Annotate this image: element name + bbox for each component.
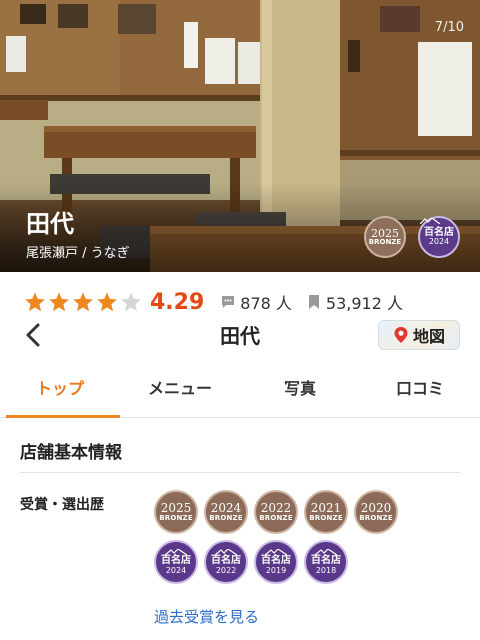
tab-top[interactable]: トップ — [0, 370, 120, 418]
badge-title: 百名店 — [261, 555, 291, 567]
badge-year: 2024 — [165, 565, 187, 575]
badge-sub: BRONZE — [368, 238, 402, 247]
nav-bar: 田代 地図 — [0, 318, 480, 352]
tab-photos[interactable]: 写真 — [240, 370, 360, 417]
award-badge-bronze[interactable]: 2024 BRONZE — [204, 490, 248, 534]
award-badge-hyakumeiten[interactable]: 百名店 2022 — [204, 540, 248, 584]
divider — [20, 472, 460, 473]
map-pin-icon — [394, 327, 408, 343]
badge-year: 2022 — [215, 565, 237, 575]
award-badge-hyakumeiten[interactable]: 百名店 2024 — [154, 540, 198, 584]
badge-year: 2024 — [428, 237, 450, 247]
map-button[interactable]: 地図 — [378, 320, 460, 350]
shop-photo[interactable]: 7/10 田代 尾張瀬戸 / うなぎ 2025 BRONZE 百名店 2024 — [0, 0, 480, 272]
award-badge-bronze[interactable]: 2021 BRONZE — [304, 490, 348, 534]
award-badge-bronze[interactable]: 2020 BRONZE — [354, 490, 398, 534]
past-awards-link[interactable]: 過去受賞を見る — [154, 606, 259, 627]
badge-sub: BRONZE — [209, 513, 243, 522]
badge-year: 2021 — [310, 501, 342, 516]
badge-year: 2024 — [210, 501, 242, 516]
shop-area-genre: 尾張瀬戸 / うなぎ — [26, 246, 130, 261]
badge-year: 2022 — [260, 501, 292, 516]
rating-score: 4.29 — [150, 289, 205, 315]
tab-bar: トップ メニュー 写真 口コミ — [0, 370, 480, 418]
badge-year: 2019 — [265, 565, 287, 575]
section-title: 店舗基本情報 — [20, 443, 122, 463]
map-label: 地図 — [412, 327, 445, 346]
award-badge-bronze[interactable]: 2025 BRONZE — [364, 216, 406, 258]
award-badge-bronze[interactable]: 2025 BRONZE — [154, 490, 198, 534]
star-filled-icon — [25, 292, 45, 312]
award-badge-hyakumeiten[interactable]: 百名店 2018 — [304, 540, 348, 584]
award-badge-hyakumeiten[interactable]: 百名店 2024 — [418, 216, 460, 258]
rating-row[interactable]: 4.29 878 人 53,912 人 — [24, 288, 417, 316]
photo-counter: 7/10 — [434, 20, 464, 35]
shop-name-overlay: 田代 — [26, 210, 74, 238]
comment-icon — [222, 296, 235, 308]
badge-sub: BRONZE — [159, 513, 193, 522]
badge-title: 百名店 — [311, 555, 341, 567]
star-empty-icon — [121, 292, 141, 312]
badge-sub: BRONZE — [359, 513, 393, 522]
badge-sub: BRONZE — [259, 513, 293, 522]
badge-year: 2020 — [360, 501, 392, 516]
badge-title: 百名店 — [211, 555, 241, 567]
tab-reviews[interactable]: 口コミ — [360, 370, 480, 417]
tab-menu[interactable]: メニュー — [120, 370, 240, 417]
star-filled-icon — [73, 292, 93, 312]
star-filled-icon — [49, 292, 69, 312]
award-badge-bronze[interactable]: 2022 BRONZE — [254, 490, 298, 534]
badge-year: 2025 — [160, 501, 192, 516]
back-chevron-icon[interactable] — [22, 322, 46, 348]
star-filled-icon — [97, 292, 117, 312]
badge-title: 百名店 — [161, 555, 191, 567]
award-badge-hyakumeiten[interactable]: 百名店 2019 — [254, 540, 298, 584]
badge-year: 2018 — [315, 565, 337, 575]
mountain-icon — [420, 218, 440, 224]
bookmark-count: 53,912 人 — [325, 294, 403, 313]
awards-label: 受賞・選出歴 — [20, 497, 104, 513]
badge-sub: BRONZE — [309, 513, 343, 522]
bookmark-icon — [308, 295, 319, 309]
review-count: 878 人 — [240, 294, 292, 313]
